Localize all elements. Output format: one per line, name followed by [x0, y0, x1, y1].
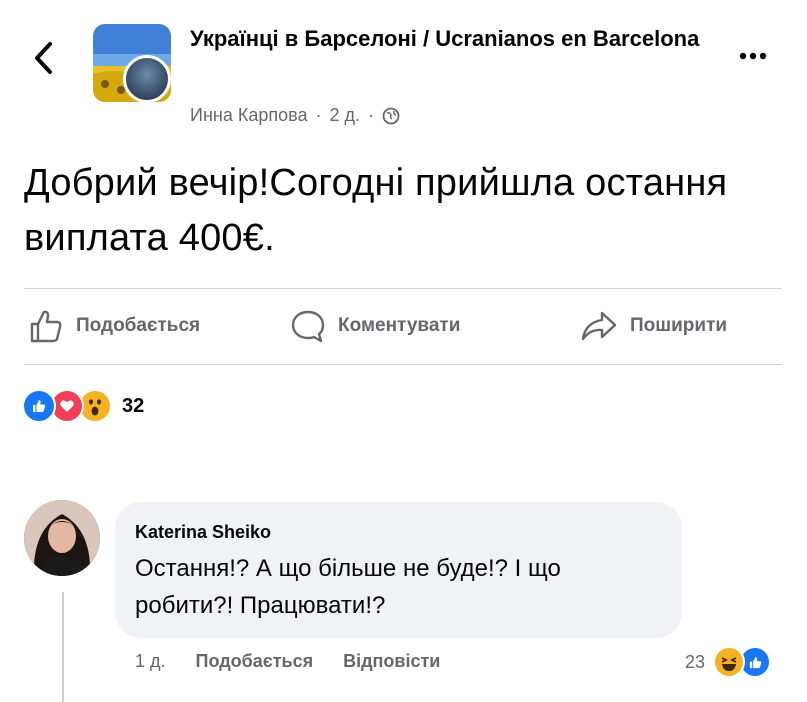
meta-separator: ·: [315, 105, 322, 125]
haha-reaction-icon: [713, 646, 746, 678]
post-time[interactable]: 2 д.: [329, 105, 360, 126]
share-button[interactable]: Поширити: [580, 306, 727, 346]
commenter-avatar[interactable]: [24, 500, 100, 576]
post-meta: Инна Карпова · 2 д. ·: [190, 105, 400, 126]
thumbs-up-icon: [30, 310, 62, 343]
like-label: Подобається: [76, 315, 201, 336]
back-button[interactable]: [28, 36, 60, 80]
like-reaction-icon: [22, 389, 56, 423]
reaction-count: 32: [122, 394, 145, 417]
chevron-left-icon: [35, 42, 52, 74]
comment-like-button[interactable]: Подобається: [196, 651, 314, 672]
share-label: Поширити: [630, 315, 728, 336]
comment-text: Остання!? А що більше не буде!? І що роб…: [135, 555, 561, 619]
author-name[interactable]: Инна Карпова: [190, 105, 307, 126]
comment-icon: [291, 310, 325, 343]
author-avatar[interactable]: [123, 55, 171, 103]
like-button[interactable]: Подобається: [28, 306, 200, 346]
comment-reaction-count: 23: [685, 651, 706, 672]
commenter-photo: [24, 500, 100, 576]
more-options-button[interactable]: [733, 44, 773, 68]
comment-time[interactable]: 1 д.: [135, 651, 166, 672]
share-icon: [581, 311, 617, 341]
globe-icon: [382, 107, 400, 124]
divider: [24, 364, 782, 365]
divider: [24, 288, 782, 289]
comment-button[interactable]: Коментувати: [290, 306, 460, 346]
comment-reactions[interactable]: 23: [685, 646, 772, 678]
more-icon: [739, 52, 767, 60]
thread-line: [62, 592, 64, 702]
reactions-summary[interactable]: 32: [22, 388, 144, 424]
group-name[interactable]: Українці в Барселоні / Ucranianos en Bar…: [190, 22, 710, 56]
meta-separator: ·: [367, 105, 374, 125]
comment-actions: 1 д. Подобається Відповісти: [135, 651, 440, 672]
comment-label: Коментувати: [338, 315, 461, 336]
comment-reply-button[interactable]: Відповісти: [343, 651, 440, 672]
post-text: Добрий вечір!Cогодні прийшла остання вип…: [24, 162, 728, 259]
comment-bubble: Katerina Sheiko Остання!? А що більше не…: [115, 502, 682, 638]
commenter-name[interactable]: Katerina Sheiko: [135, 518, 662, 546]
